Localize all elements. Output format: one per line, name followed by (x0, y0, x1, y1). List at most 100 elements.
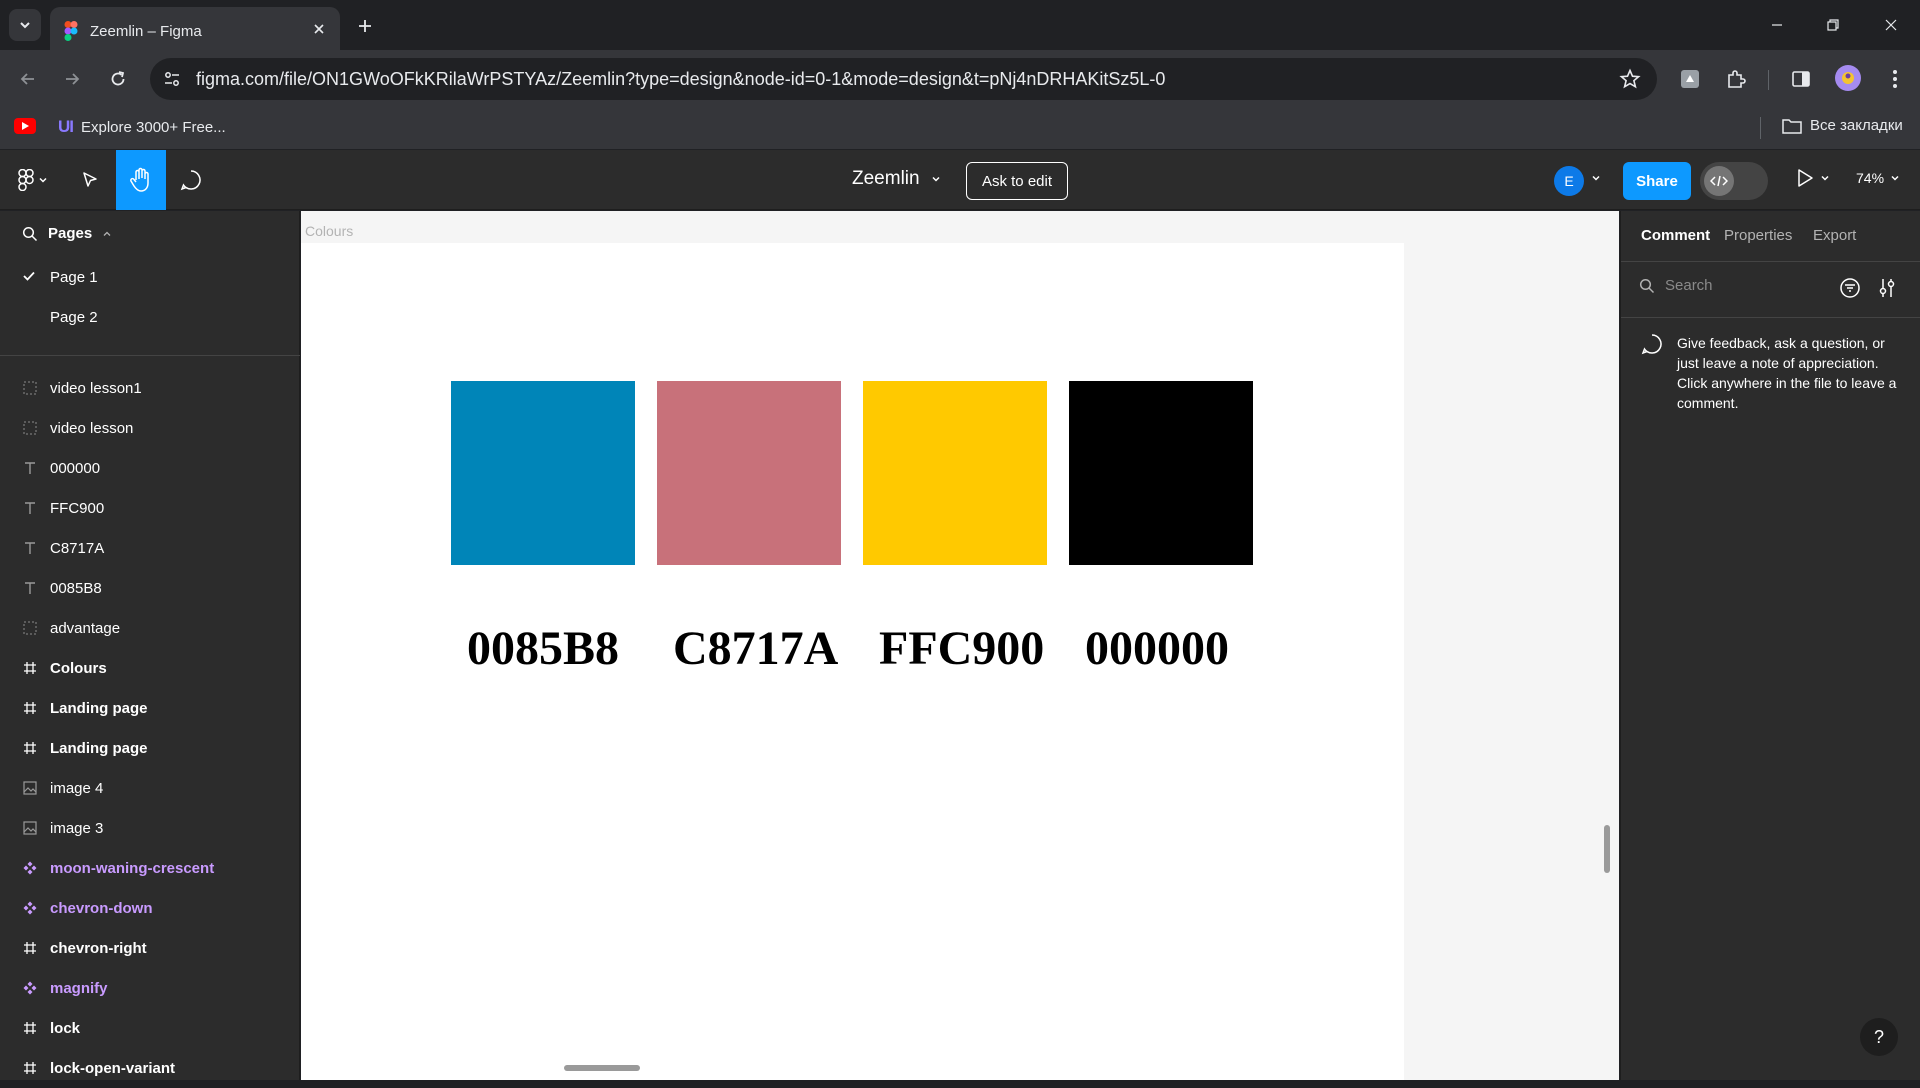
layer-name: chevron-right (50, 940, 147, 957)
layer-item[interactable]: 0085B8 (0, 568, 300, 608)
filter-icon[interactable] (1839, 277, 1861, 299)
layer-item[interactable]: Landing page (0, 688, 300, 728)
layer-item[interactable]: chevron-down (0, 888, 300, 928)
vertical-scrollbar[interactable] (1604, 825, 1610, 873)
layer-item[interactable]: C8717A (0, 528, 300, 568)
user-avatar[interactable]: E (1554, 166, 1584, 196)
color-swatch[interactable] (863, 381, 1047, 565)
chevron-up-icon[interactable] (102, 229, 112, 239)
layer-item[interactable]: moon-waning-crescent (0, 848, 300, 888)
chevron-down-icon[interactable] (1590, 172, 1602, 184)
help-button[interactable]: ? (1860, 1018, 1898, 1056)
design-canvas[interactable]: Colours 0085B8 C8717A FFC900 000000 (301, 211, 1619, 1080)
comment-icon (180, 170, 201, 191)
hex-label[interactable]: 0085B8 (467, 621, 619, 676)
pages-divider (0, 355, 300, 356)
color-swatch[interactable] (1069, 381, 1253, 565)
layer-item[interactable]: chevron-right (0, 928, 300, 968)
layer-item[interactable]: magnify (0, 968, 300, 1008)
text-icon (25, 462, 35, 474)
restore-button[interactable] (1810, 10, 1856, 40)
url-text[interactable]: figma.com/file/ON1GWoOFkKRilaWrPSTYAz/Ze… (196, 69, 1165, 90)
sliders-icon[interactable] (1877, 277, 1897, 299)
layer-item[interactable]: Colours (0, 648, 300, 688)
hand-icon (130, 167, 149, 192)
frame-icon (24, 942, 36, 954)
layer-item[interactable]: FFC900 (0, 488, 300, 528)
move-tool-button[interactable] (65, 150, 115, 210)
search-input[interactable] (1665, 277, 1825, 294)
layer-type-icon (22, 780, 38, 796)
tab-properties[interactable]: Properties (1724, 227, 1792, 244)
horizontal-scrollbar[interactable] (564, 1065, 640, 1071)
tab-comment[interactable]: Comment (1641, 227, 1710, 244)
main-menu-button[interactable] (8, 160, 58, 200)
layer-type-icon (22, 580, 38, 596)
layer-type-icon (22, 940, 38, 956)
hand-tool-button[interactable] (116, 150, 166, 210)
present-button[interactable] (1796, 168, 1830, 188)
tune-icon (165, 72, 179, 86)
search-icon (1639, 278, 1655, 293)
color-swatch[interactable] (657, 381, 841, 565)
layer-item[interactable]: image 3 (0, 808, 300, 848)
bookmark-star-icon[interactable] (1619, 68, 1641, 90)
file-name-button[interactable]: Zeemlin (852, 168, 942, 190)
layer-name: chevron-down (50, 900, 153, 917)
layer-item[interactable]: lock (0, 1008, 300, 1048)
tab-title: Zeemlin – Figma (90, 23, 202, 40)
extensions-menu-button[interactable] (1721, 64, 1751, 94)
layer-item[interactable]: 000000 (0, 448, 300, 488)
back-button[interactable] (12, 63, 44, 95)
extension-button[interactable] (1675, 64, 1705, 94)
zoom-menu-button[interactable]: 74% (1856, 170, 1900, 186)
side-panel-button[interactable] (1786, 64, 1816, 94)
dev-mode-toggle[interactable] (1700, 162, 1768, 200)
tab-close-button[interactable] (310, 20, 328, 38)
plus-icon (359, 20, 371, 32)
bookmark-item[interactable]: UI Explore 3000+ Free... (58, 117, 226, 137)
layer-item[interactable]: lock-open-variant (0, 1048, 300, 1088)
extension-app-icon (1681, 70, 1699, 88)
youtube-bookmark[interactable] (14, 118, 36, 134)
hex-label[interactable]: FFC900 (879, 621, 1044, 676)
pages-header[interactable]: Pages (22, 225, 112, 242)
layer-item[interactable]: video lesson1 (0, 368, 300, 408)
hex-label[interactable]: 000000 (1085, 621, 1229, 676)
profile-avatar[interactable] (1835, 65, 1861, 91)
layer-item[interactable]: Landing page (0, 728, 300, 768)
tab-search-button[interactable] (9, 9, 41, 41)
all-bookmarks-button[interactable]: Все закладки (1782, 117, 1903, 134)
search-icon[interactable] (22, 226, 38, 242)
layer-item[interactable]: image 4 (0, 768, 300, 808)
layer-item[interactable]: video lesson (0, 408, 300, 448)
new-tab-button[interactable] (352, 13, 378, 39)
frame-label[interactable]: Colours (305, 223, 353, 239)
hex-label[interactable]: C8717A (673, 621, 838, 676)
address-bar[interactable]: figma.com/file/ON1GWoOFkKRilaWrPSTYAz/Ze… (150, 58, 1657, 100)
page-item[interactable]: Page 1 (0, 259, 300, 295)
folder-icon (1782, 118, 1802, 134)
browser-menu-button[interactable] (1880, 64, 1910, 94)
colours-frame[interactable]: 0085B8 C8717A FFC900 000000 (301, 243, 1404, 1080)
layer-type-icon (22, 460, 38, 476)
layer-item[interactable]: advantage (0, 608, 300, 648)
minimize-button[interactable] (1754, 10, 1800, 40)
browser-tab[interactable]: Zeemlin – Figma (50, 7, 340, 50)
layer-type-icon (22, 500, 38, 516)
comment-tool-button[interactable] (166, 150, 216, 210)
reload-button[interactable] (102, 63, 134, 95)
tab-export[interactable]: Export (1813, 227, 1856, 244)
color-swatch[interactable] (451, 381, 635, 565)
page-item[interactable]: Page 2 (0, 299, 300, 335)
close-window-button[interactable] (1868, 10, 1914, 40)
site-info-button[interactable] (160, 67, 184, 91)
share-button[interactable]: Share (1623, 162, 1691, 200)
layer-name: 000000 (50, 460, 101, 477)
forward-button[interactable] (56, 63, 88, 95)
layer-type-icon (22, 980, 38, 996)
ask-to-edit-button[interactable]: Ask to edit (966, 162, 1068, 200)
comment-search (1639, 277, 1825, 294)
zoom-level: 74% (1856, 170, 1885, 186)
layer-type-icon (22, 620, 38, 636)
